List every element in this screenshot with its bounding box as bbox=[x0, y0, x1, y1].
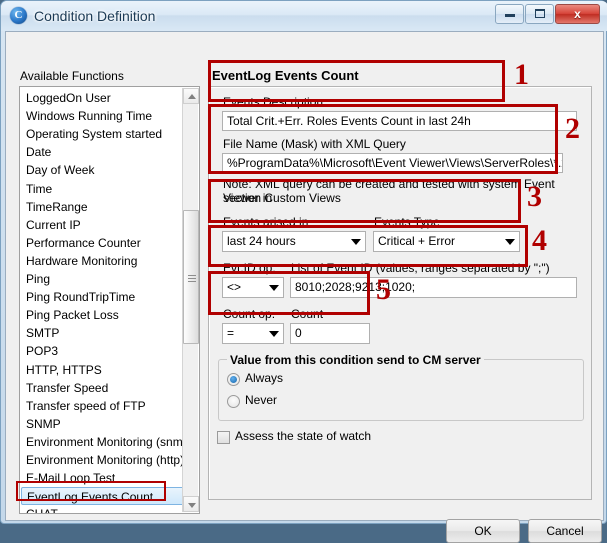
list-item[interactable]: Hardware Monitoring bbox=[21, 252, 184, 270]
scroll-down-button[interactable] bbox=[183, 496, 199, 512]
list-item[interactable]: TimeRange bbox=[21, 198, 184, 216]
chevron-down-icon bbox=[269, 331, 279, 337]
available-functions-label: Available Functions bbox=[20, 69, 124, 83]
annotation-box-4 bbox=[208, 225, 528, 267]
ok-button[interactable]: OK bbox=[446, 519, 520, 543]
list-item[interactable]: Ping RoundTripTime bbox=[21, 288, 184, 306]
list-item[interactable]: Ping Packet Loss bbox=[21, 306, 184, 324]
app-icon: C bbox=[10, 7, 27, 24]
minimize-icon bbox=[496, 5, 523, 23]
list-item[interactable]: Ping bbox=[21, 270, 184, 288]
window-title: Condition Definition bbox=[34, 8, 156, 24]
list-item[interactable]: LoggedOn User bbox=[21, 89, 184, 107]
assess-state-label: Assess the state of watch bbox=[235, 429, 372, 443]
list-item[interactable]: Operating System started bbox=[21, 125, 184, 143]
selected-function-annotation bbox=[16, 481, 166, 501]
annotation-number-4: 4 bbox=[532, 224, 547, 257]
annotation-box-5 bbox=[208, 271, 370, 315]
count-op-select[interactable]: = bbox=[222, 323, 284, 344]
radio-never[interactable] bbox=[227, 395, 240, 408]
list-scrollbar[interactable] bbox=[182, 88, 199, 512]
available-functions-list[interactable]: LoggedOn User Windows Running Time Operati… bbox=[19, 86, 200, 514]
cancel-button[interactable]: Cancel bbox=[528, 519, 602, 543]
annotation-number-3: 3 bbox=[527, 180, 542, 213]
annotation-number-1: 1 bbox=[514, 58, 529, 91]
list-item[interactable]: HTTP, HTTPS bbox=[21, 361, 184, 379]
send-to-server-groupbox bbox=[218, 359, 584, 421]
annotation-box-2 bbox=[208, 104, 558, 174]
list-item[interactable]: CHAT bbox=[21, 505, 184, 513]
annotation-box-1 bbox=[208, 60, 505, 102]
scrollbar-thumb[interactable] bbox=[183, 210, 199, 344]
close-icon: x bbox=[574, 7, 581, 21]
list-item[interactable]: Windows Running Time bbox=[21, 107, 184, 125]
annotation-number-2: 2 bbox=[565, 112, 580, 145]
dialog-window: C Condition Definition x Available Funct… bbox=[0, 0, 607, 543]
count-input[interactable]: 0 bbox=[290, 323, 370, 344]
list-item[interactable]: POP3 bbox=[21, 342, 184, 360]
list-item[interactable]: SMTP bbox=[21, 324, 184, 342]
list-item[interactable]: Transfer speed of FTP bbox=[21, 397, 184, 415]
scroll-up-button[interactable] bbox=[183, 88, 199, 104]
list-item[interactable]: Day of Week bbox=[21, 161, 184, 179]
maximize-button[interactable] bbox=[525, 4, 554, 24]
list-item[interactable]: Performance Counter bbox=[21, 234, 184, 252]
send-to-server-title: Value from this condition send to CM ser… bbox=[227, 353, 484, 367]
assess-state-checkbox[interactable] bbox=[217, 431, 230, 444]
radio-always-label: Always bbox=[245, 371, 284, 385]
count-op-value: = bbox=[227, 326, 235, 340]
annotation-box-3 bbox=[208, 179, 521, 223]
annotation-number-5: 5 bbox=[376, 273, 391, 306]
close-button[interactable]: x bbox=[555, 4, 600, 24]
maximize-icon bbox=[526, 5, 553, 23]
list-item[interactable]: Transfer Speed bbox=[21, 379, 184, 397]
radio-always[interactable] bbox=[227, 373, 240, 386]
chevron-up-icon bbox=[188, 94, 196, 99]
title-bar[interactable]: C Condition Definition x bbox=[1, 1, 607, 31]
list-item[interactable]: Date bbox=[21, 143, 184, 161]
list-item[interactable]: Environment Monitoring (snmp) bbox=[21, 433, 193, 451]
list-item[interactable]: Current IP bbox=[21, 216, 184, 234]
radio-never-label: Never bbox=[245, 393, 278, 407]
list-item[interactable]: Environment Monitoring (http) bbox=[21, 451, 184, 469]
chevron-down-icon bbox=[188, 503, 196, 508]
list-item[interactable]: Time bbox=[21, 180, 184, 198]
minimize-button[interactable] bbox=[495, 4, 524, 24]
list-item[interactable]: SNMP bbox=[21, 415, 184, 433]
